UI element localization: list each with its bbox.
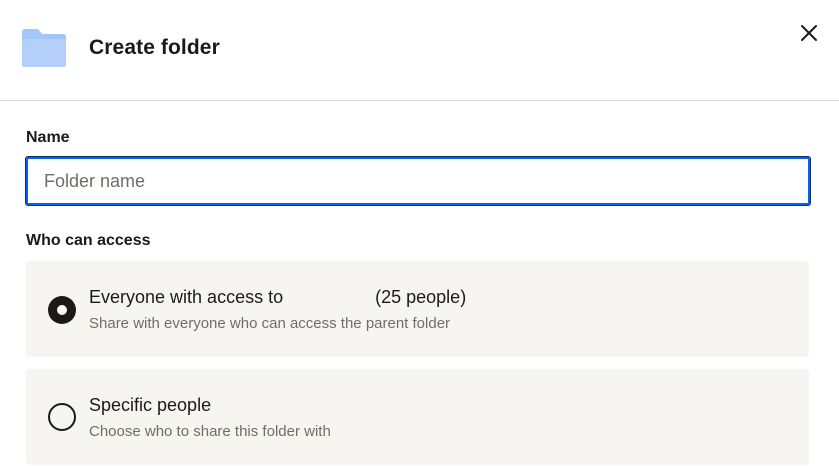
access-label: Who can access: [26, 232, 151, 249]
name-label: Name: [26, 129, 70, 146]
radio-specific[interactable]: [48, 403, 76, 431]
option-everyone-title: Everyone with access to (25 people): [89, 287, 466, 308]
option-specific-title: Specific people: [89, 395, 212, 415]
dialog-header: Create folder: [0, 0, 839, 101]
option-everyone-subtitle: Share with everyone who can access the p…: [89, 315, 451, 332]
option-specific-subtitle: Choose who to share this folder with: [89, 423, 331, 440]
access-option-specific[interactable]: Specific people Choose who to share this…: [26, 369, 809, 465]
folder-icon: [22, 29, 66, 67]
dialog-title: Create folder: [89, 36, 220, 59]
close-button[interactable]: [796, 20, 822, 46]
option-everyone-title-prefix: Everyone with access to: [89, 287, 284, 307]
radio-everyone[interactable]: [48, 296, 76, 324]
folder-name-input[interactable]: [25, 156, 811, 206]
option-everyone-title-suffix: (25 people): [375, 287, 467, 307]
redacted-folder-name: [288, 291, 371, 306]
access-option-everyone[interactable]: Everyone with access to (25 people) Shar…: [26, 261, 809, 357]
close-icon[interactable]: [800, 24, 818, 42]
